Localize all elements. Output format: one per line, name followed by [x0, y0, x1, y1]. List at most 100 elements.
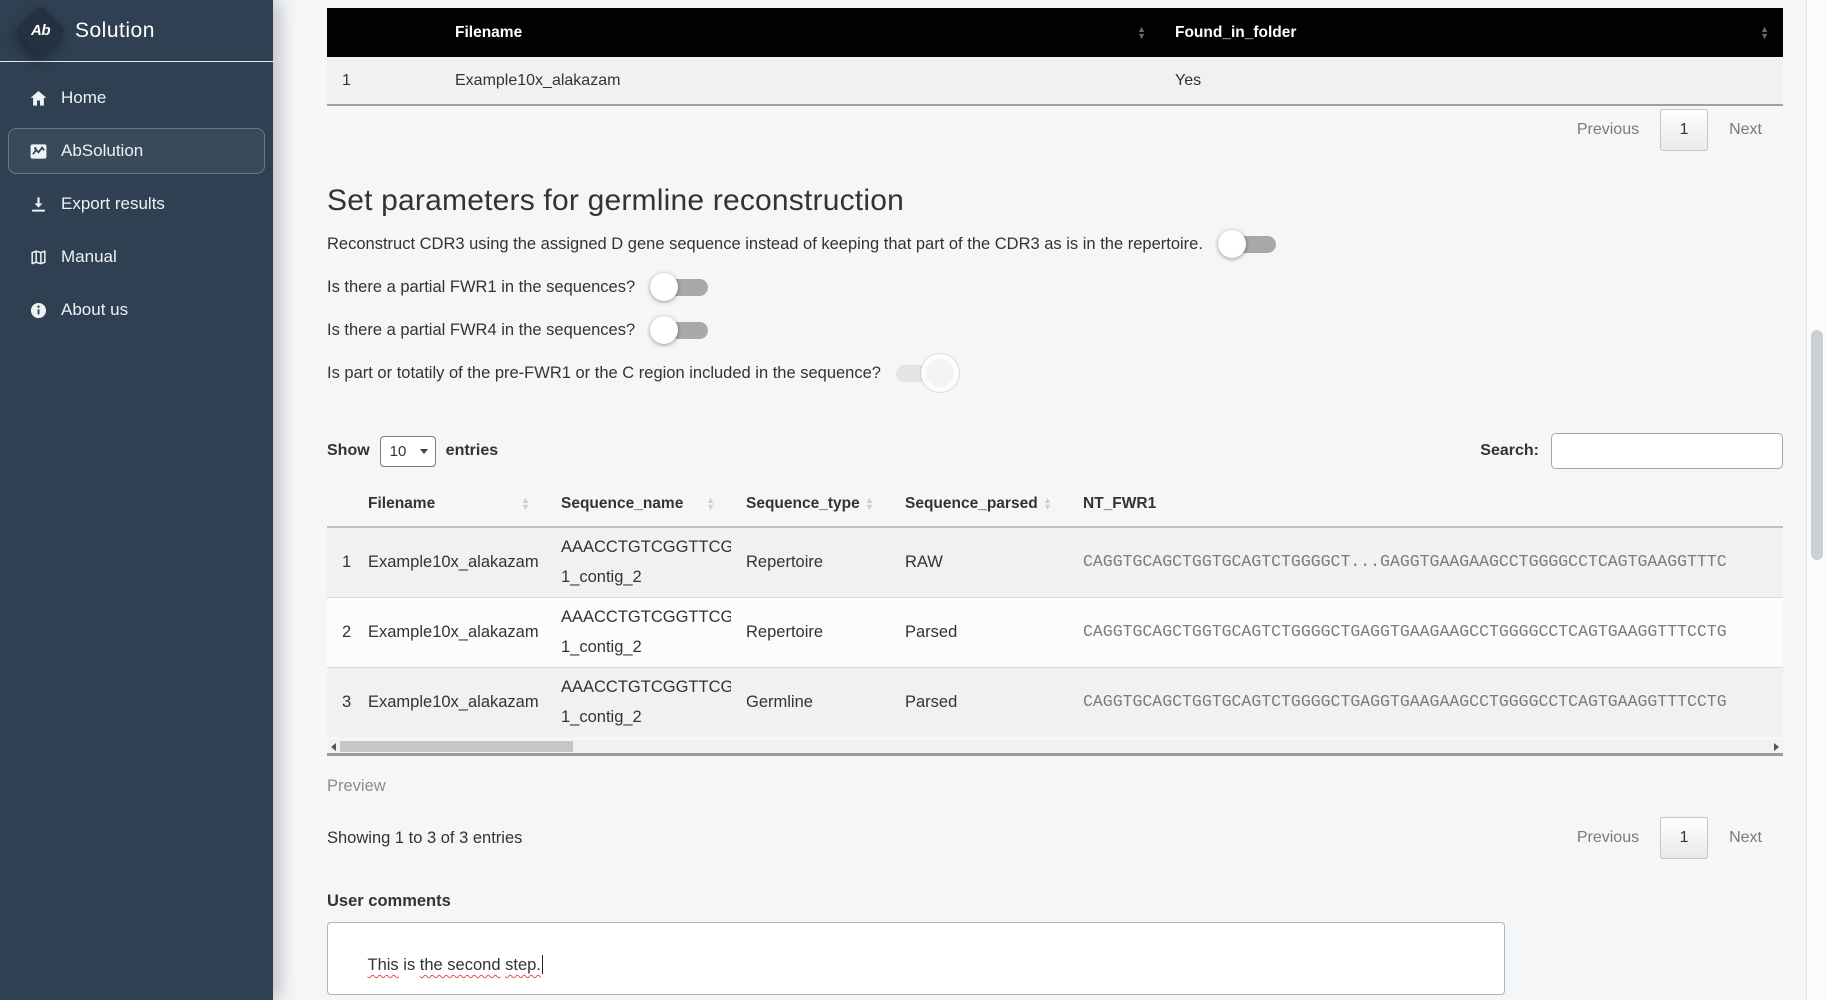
preview-label: Preview: [327, 777, 386, 795]
seq-col-sequence-type[interactable]: Sequence_type ▲ ▼: [731, 482, 890, 528]
cell-sequence-name: AAACCTGTCGGTTCGG-1_contig_2: [546, 596, 731, 667]
cell-sequence-parsed: Parsed: [890, 596, 1068, 667]
page-1-button[interactable]: 1: [1660, 817, 1709, 859]
show-label: Show: [327, 442, 370, 459]
entries-info: Showing 1 to 3 of 3 entries: [327, 828, 523, 847]
previous-button[interactable]: Previous: [1577, 121, 1639, 139]
cell-sequence-name: AAACCTGTCGGTTCGG-1_contig_2: [546, 527, 731, 597]
search-input[interactable]: [1551, 433, 1783, 469]
app-title: Solution: [75, 18, 155, 42]
sort-icon: ▲ ▼: [1137, 23, 1146, 41]
cell-nt-fwr1: CAGGTGCAGCTGGTGCAGTCTGGGGCT...GAGGTGAAGA…: [1068, 527, 1783, 597]
sidebar-item-export-results[interactable]: Export results: [8, 181, 265, 227]
table-row[interactable]: 1 Example10x_alakazam AAACCTGTCGGTTCGG-1…: [327, 527, 1783, 597]
chevron-down-icon: [419, 448, 428, 454]
sort-icon: ▲ ▼: [865, 495, 874, 512]
page-scrollbar[interactable]: [1806, 0, 1826, 1000]
files-pagination: Previous 1 Next: [327, 109, 1783, 151]
horizontal-scrollbar[interactable]: [327, 740, 1783, 753]
cell-filename: Example10x_alakazam: [353, 666, 546, 737]
comment-word: This: [367, 956, 399, 974]
question-partial-fwr4: Is there a partial FWR4 in the sequences…: [327, 316, 1783, 344]
cell-sequence-type: Repertoire: [731, 596, 890, 667]
seq-col-nt-fwr1[interactable]: NT_FWR1: [1068, 482, 1783, 528]
next-button[interactable]: Next: [1729, 829, 1762, 847]
sidebar-item-home[interactable]: Home: [8, 75, 265, 121]
sort-icon: ▲ ▼: [706, 495, 715, 512]
files-col-found-in-folder[interactable]: Found_in_folder ▲ ▼: [1160, 8, 1783, 57]
pre-fwr1-c-region-toggle[interactable]: [895, 359, 954, 387]
cell-filename: Example10x_alakazam: [353, 527, 546, 597]
table-row[interactable]: 3 Example10x_alakazam AAACCTGTCGGTTCGG-1…: [327, 666, 1783, 737]
files-col-filename[interactable]: Filename ▲ ▼: [440, 8, 1160, 57]
cell-found-in-folder: Yes: [1160, 57, 1783, 105]
info-icon: [29, 301, 48, 320]
sidebar-item-manual[interactable]: Manual: [8, 234, 265, 280]
cell-sequence-type: Germline: [731, 666, 890, 737]
table-info-row: Showing 1 to 3 of 3 entries Previous 1 N…: [327, 817, 1783, 859]
scroll-right-arrow-icon[interactable]: [1770, 740, 1783, 753]
sequence-pagination: Previous 1 Next: [1577, 817, 1783, 859]
seq-col-filename[interactable]: Filename ▲ ▼: [353, 482, 546, 528]
sidebar-item-label: About us: [61, 300, 129, 319]
question-reconstruct-cdr3: Reconstruct CDR3 using the assigned D ge…: [327, 230, 1783, 258]
previous-button[interactable]: Previous: [1577, 829, 1639, 847]
cell-sequence-parsed: Parsed: [890, 666, 1068, 737]
scroll-left-arrow-icon[interactable]: [327, 740, 340, 753]
sidebar-item-label: AbSolution: [61, 141, 144, 160]
table-bottom-border: [327, 753, 1783, 756]
sidebar: Ab Solution Home AbSolution Export resul…: [0, 0, 273, 1000]
comment-word: is: [398, 956, 420, 974]
sort-icon: ▲ ▼: [1760, 23, 1769, 41]
question-label: Reconstruct CDR3 using the assigned D ge…: [327, 234, 1203, 253]
page-length-value: 10: [389, 442, 407, 460]
files-table: Filename ▲ ▼ Found_in_folder ▲ ▼ 1 Example…: [327, 8, 1783, 106]
cell-filename: Example10x_alakazam: [353, 596, 546, 667]
main-content: Filename ▲ ▼ Found_in_folder ▲ ▼ 1 Example…: [273, 0, 1826, 1000]
question-label: Is there a partial FWR4 in the sequences…: [327, 320, 636, 339]
page-1-button[interactable]: 1: [1660, 109, 1709, 151]
user-comments-textarea[interactable]: This is the second step.: [327, 922, 1505, 995]
partial-fwr4-toggle[interactable]: [650, 316, 709, 344]
sequence-table: Filename ▲ ▼ Sequence_name ▲ ▼ Sequence_ty…: [327, 482, 1783, 737]
table-controls: Show 10 entries Search:: [327, 433, 1783, 469]
question-partial-fwr1: Is there a partial FWR1 in the sequences…: [327, 273, 1783, 301]
page-length-select[interactable]: 10: [379, 435, 436, 467]
sort-icon: ▲ ▼: [521, 495, 530, 512]
row-index: 2: [327, 596, 353, 667]
reconstruct-cdr3-toggle[interactable]: [1217, 230, 1276, 258]
seq-col-index: [327, 482, 353, 528]
sidebar-item-label: Manual: [61, 247, 117, 266]
app-logo-text: Ab: [31, 22, 50, 39]
search-label: Search:: [1480, 442, 1539, 459]
partial-fwr1-toggle[interactable]: [650, 273, 709, 301]
sidebar-item-label: Home: [61, 88, 107, 107]
next-button[interactable]: Next: [1729, 121, 1762, 139]
chart-icon: [29, 142, 48, 161]
sidebar-item-absolution[interactable]: AbSolution: [8, 128, 265, 174]
cell-sequence-type: Repertoire: [731, 527, 890, 597]
cell-sequence-parsed: RAW: [890, 527, 1068, 597]
comment-word: the second: [419, 956, 501, 974]
seq-col-sequence-parsed[interactable]: Sequence_parsed ▲ ▼: [890, 482, 1068, 528]
table-row[interactable]: 2 Example10x_alakazam AAACCTGTCGGTTCGG-1…: [327, 596, 1783, 667]
question-pre-fwr1-c-region: Is part or totatily of the pre-FWR1 or t…: [327, 359, 1783, 387]
cell-nt-fwr1: CAGGTGCAGCTGGTGCAGTCTGGGGCTGAGGTGAAGAAGC…: [1068, 666, 1783, 737]
seq-col-sequence-name[interactable]: Sequence_name ▲ ▼: [546, 482, 731, 528]
brand: Ab Solution: [0, 0, 273, 62]
user-comments-label: User comments: [327, 892, 451, 910]
table-row[interactable]: 1 Example10x_alakazam Yes: [327, 57, 1783, 105]
cell-sequence-name: AAACCTGTCGGTTCGG-1_contig_2: [546, 666, 731, 737]
row-index: 3: [327, 666, 353, 737]
page-scrollbar-thumb[interactable]: [1811, 330, 1823, 560]
horizontal-scrollbar-thumb[interactable]: [340, 741, 573, 752]
cell-nt-fwr1: CAGGTGCAGCTGGTGCAGTCTGGGGCTGAGGTGAAGAAGC…: [1068, 596, 1783, 667]
download-icon: [29, 195, 48, 214]
home-icon: [29, 89, 48, 108]
row-index: 1: [327, 57, 440, 105]
sort-icon: ▲ ▼: [1043, 495, 1052, 512]
row-index: 1: [327, 527, 353, 597]
sidebar-item-about-us[interactable]: About us: [8, 287, 265, 333]
app-logo: Ab: [14, 4, 67, 57]
page-title: Set parameters for germline reconstructi…: [327, 184, 904, 217]
